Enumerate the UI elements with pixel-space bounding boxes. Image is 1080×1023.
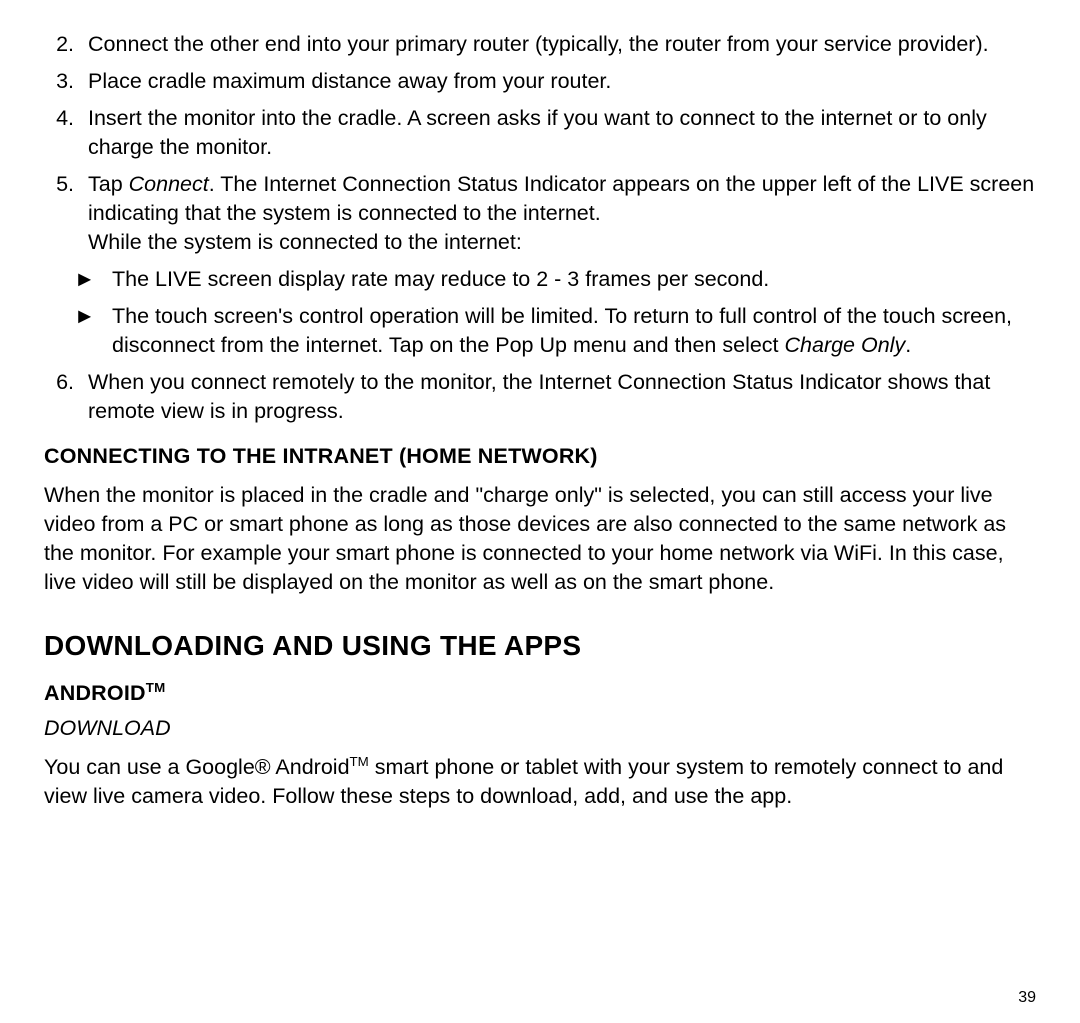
step-text: Place cradle maximum distance away from … [88, 67, 1036, 96]
bullets-wrap: ► The LIVE screen display rate may reduc… [44, 265, 1036, 360]
step-text: Connect the other end into your primary … [88, 30, 1036, 59]
step-number: 3. [44, 67, 88, 96]
android-label: ANDROID [44, 681, 146, 705]
apps-body-tm: TM [350, 754, 369, 769]
bullet-text: The LIVE screen display rate may reduce … [112, 265, 769, 294]
bullet-mark: ► [74, 302, 112, 360]
bullet2-post: . [905, 333, 911, 357]
intranet-body: When the monitor is placed in the cradle… [44, 481, 1036, 597]
bullet-text: The touch screen's control operation wil… [112, 302, 1036, 360]
step-number: 6. [44, 368, 88, 426]
manual-page: 2. Connect the other end into your prima… [0, 0, 1080, 1023]
bullet-2: ► The touch screen's control operation w… [74, 302, 1036, 360]
step-4: 4. Insert the monitor into the cradle. A… [44, 104, 1036, 162]
step-5: 5. Tap Connect. The Internet Connection … [44, 170, 1036, 257]
connected-bullets: ► The LIVE screen display rate may reduc… [74, 265, 1036, 360]
intranet-heading: CONNECTING TO THE INTRANET (HOME NETWORK… [44, 442, 1036, 471]
android-tm: TM [146, 680, 166, 695]
step-text: Insert the monitor into the cradle. A sc… [88, 104, 1036, 162]
bullet-1: ► The LIVE screen display rate may reduc… [74, 265, 1036, 294]
step-text: When you connect remotely to the monitor… [88, 368, 1036, 426]
android-heading: ANDROIDTM [44, 679, 1036, 708]
apps-body-pre: You can use a Google® Android [44, 755, 350, 779]
page-number: 39 [1018, 987, 1036, 1009]
step5-post: . The Internet Connection Status Indicat… [88, 172, 1034, 225]
step-number: 2. [44, 30, 88, 59]
bullet2-chargeonly: Charge Only [785, 333, 906, 357]
bullet-mark: ► [74, 265, 112, 294]
step5-connect-word: Connect [129, 172, 209, 196]
step-number: 5. [44, 170, 88, 257]
setup-steps-list: 2. Connect the other end into your prima… [44, 30, 1036, 257]
step5-line2: While the system is connected to the int… [88, 230, 522, 254]
download-heading: DOWNLOAD [44, 714, 1036, 743]
step-text: Tap Connect. The Internet Connection Sta… [88, 170, 1036, 257]
step5-pre: Tap [88, 172, 129, 196]
setup-steps-list-cont: 6. When you connect remotely to the moni… [44, 368, 1036, 426]
apps-body: You can use a Google® AndroidTM smart ph… [44, 753, 1036, 811]
apps-heading: DOWNLOADING AND USING THE APPS [44, 627, 1036, 665]
step-number: 4. [44, 104, 88, 162]
step-2: 2. Connect the other end into your prima… [44, 30, 1036, 59]
step-6: 6. When you connect remotely to the moni… [44, 368, 1036, 426]
step-3: 3. Place cradle maximum distance away fr… [44, 67, 1036, 96]
